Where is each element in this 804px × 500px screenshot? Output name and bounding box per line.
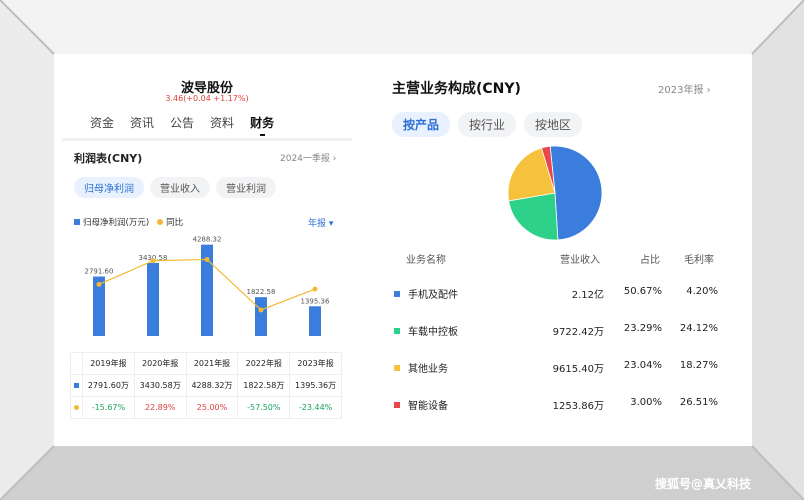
share-value: 3.00% — [630, 397, 662, 408]
header-share: 占比 — [640, 255, 660, 266]
margin-value: 4.20% — [686, 286, 718, 297]
table-cell — [70, 352, 83, 375]
margin-value: 18.27% — [679, 360, 718, 371]
table-row: 2019年报 2020年报 2021年报 2022年报 2023年报 — [70, 352, 342, 375]
tab-by-product[interactable]: 按产品 — [392, 112, 451, 137]
share-value: 50.67% — [623, 286, 662, 297]
revenue-value: 2.12亿 — [571, 290, 604, 301]
table-header-cell: 2019年报 — [82, 352, 135, 375]
revenue-value: 9615.40万 — [552, 364, 604, 375]
table-cell: 3430.58万 — [133, 374, 187, 397]
table-cell: 4288.32万 — [185, 374, 239, 397]
table-cell — [70, 374, 83, 397]
legend-bar-label: 归母净利润(万元) — [83, 218, 150, 228]
table-cell: -57.50% — [237, 396, 291, 419]
table-cell: 1822.58万 — [237, 374, 291, 397]
table-cell: -15.67% — [82, 396, 135, 419]
line-series-marker — [74, 405, 79, 410]
business-name: 智能设备 — [408, 401, 448, 412]
business-name: 手机及配件 — [408, 290, 458, 301]
bar-series-marker — [74, 383, 79, 388]
revenue-value: 1253.86万 — [552, 401, 604, 412]
tab-funds[interactable]: 资金 — [90, 114, 114, 131]
business-period-link[interactable]: 2023年报 › — [658, 81, 711, 96]
table-cell: -23.44% — [289, 396, 342, 419]
table-header-cell: 2023年报 — [289, 352, 342, 375]
table-header-cell: 2020年报 — [133, 352, 187, 375]
yoy-point — [96, 281, 102, 287]
list-item: 手机及配件 — [394, 286, 458, 301]
margin-value: 26.51% — [679, 397, 718, 408]
list-item: 其他业务 — [394, 360, 448, 375]
yoy-point — [150, 258, 156, 264]
report-period-select[interactable]: 年报 ▾ — [308, 216, 333, 229]
yearly-table: 2019年报 2020年报 2021年报 2022年报 2023年报 2791.… — [70, 352, 342, 419]
tab-profile[interactable]: 资料 — [210, 114, 234, 131]
net-profit-chart: 2791.603430.584288.321822.581395.36 — [85, 236, 330, 336]
table-cell: 2791.60万 — [82, 374, 135, 397]
table-header-cell: 2021年报 — [185, 352, 239, 375]
table-cell — [70, 396, 83, 419]
chart-legend: 归母净利润(万元) 同比 — [74, 216, 183, 228]
bar-value-label: 1395.36 — [301, 297, 330, 305]
bar-value-label: 2791.60 — [85, 268, 114, 276]
business-title: 主营业务构成(CNY) — [392, 81, 521, 97]
watermark: 搜狐号@真乂科技 — [655, 477, 752, 491]
income-statement-title: 利润表(CNY) — [74, 152, 143, 165]
chart-bar — [309, 306, 321, 336]
chip-operating-profit[interactable]: 营业利润 — [216, 177, 276, 198]
share-value: 23.04% — [623, 360, 662, 371]
list-item: 车载中控板 — [394, 323, 458, 338]
chart-bar — [255, 297, 267, 336]
divider — [62, 138, 352, 141]
business-pie-chart — [507, 145, 603, 241]
tab-finance[interactable]: 财务 — [250, 114, 274, 136]
business-name: 车载中控板 — [408, 327, 458, 338]
table-cell: 22.89% — [133, 396, 187, 419]
legend-line-label: 同比 — [166, 218, 184, 228]
pie-slice — [549, 145, 603, 241]
legend-line-marker — [157, 219, 164, 225]
table-row: -15.67% 22.89% 25.00% -57.50% -23.44% — [70, 396, 342, 419]
table-cell: 25.00% — [185, 396, 239, 419]
business-name: 其他业务 — [408, 364, 448, 375]
revenue-value: 9722.42万 — [552, 327, 604, 338]
share-value: 23.29% — [623, 323, 662, 334]
yoy-point — [204, 256, 210, 262]
yoy-point — [312, 286, 318, 292]
header-revenue: 营业收入 — [560, 255, 600, 266]
bar-value-label: 4288.32 — [193, 236, 222, 244]
list-item: 智能设备 — [394, 397, 448, 412]
chip-net-profit[interactable]: 归母净利润 — [74, 177, 144, 198]
table-row: 2791.60万 3430.58万 4288.32万 1822.58万 1395… — [70, 374, 342, 397]
yoy-point — [258, 307, 264, 313]
legend-bar-marker — [74, 219, 80, 225]
business-tabs: 按产品 按行业 按地区 — [392, 112, 590, 137]
header-business-name: 业务名称 — [406, 255, 446, 266]
income-period-link[interactable]: 2024一季报 › — [280, 151, 336, 164]
table-cell: 1395.36万 — [289, 374, 342, 397]
series-color-marker — [394, 364, 400, 371]
main-tabs: 资金 资讯 公告 资料 财务 — [90, 114, 290, 136]
header-margin: 毛利率 — [684, 255, 714, 266]
tab-news[interactable]: 资讯 — [130, 114, 154, 131]
chip-revenue[interactable]: 营业收入 — [150, 177, 210, 198]
margin-value: 24.12% — [679, 323, 718, 334]
table-header-cell: 2022年报 — [237, 352, 291, 375]
tab-announcements[interactable]: 公告 — [170, 114, 194, 131]
series-color-marker — [394, 401, 400, 408]
series-color-marker — [394, 327, 400, 334]
series-color-marker — [394, 290, 400, 297]
tab-by-region[interactable]: 按地区 — [524, 112, 583, 137]
metric-chips: 归母净利润 营业收入 营业利润 — [74, 177, 282, 198]
chart-bar — [147, 262, 159, 336]
tab-by-industry[interactable]: 按行业 — [458, 112, 517, 137]
stock-price: 3.46(+0.04 +1.17%) — [165, 94, 249, 103]
bar-value-label: 1822.58 — [247, 288, 276, 296]
